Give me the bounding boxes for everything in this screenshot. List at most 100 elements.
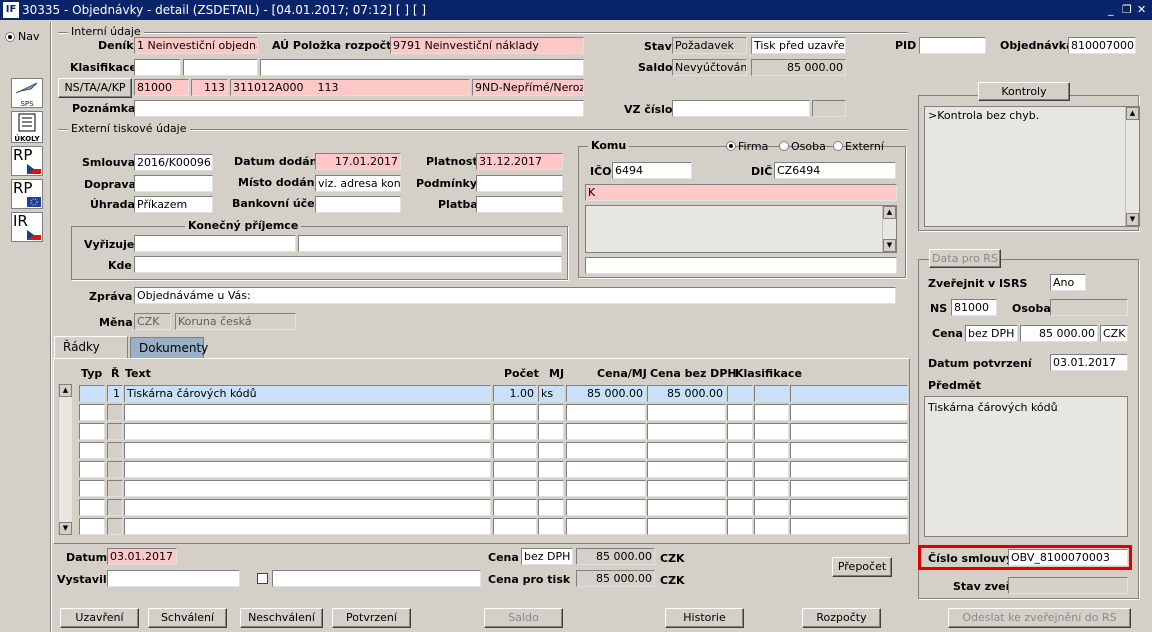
- sidebar-item-rp-eu[interactable]: RP: [11, 179, 43, 209]
- grid-empty-cell[interactable]: [107, 423, 123, 440]
- odeslat-button[interactable]: Odeslat ke zveřejnění do RS: [948, 608, 1131, 628]
- au-field[interactable]: 9791 Neinvestiční náklady: [390, 37, 584, 54]
- cell-klas-3[interactable]: [790, 385, 908, 402]
- grid-empty-cell[interactable]: [107, 404, 123, 421]
- denik-field[interactable]: 1 Neinvestiční objednávk: [134, 37, 258, 54]
- grid-empty-cell[interactable]: [493, 461, 537, 478]
- kontroly-text-area[interactable]: >Kontrola bez chyb. ▲ ▼: [924, 106, 1140, 227]
- cell-cena-mj[interactable]: 85 000.00: [566, 385, 646, 402]
- ns-ta-a-kp-button[interactable]: NS/TA/A/KP: [58, 78, 132, 98]
- scroll-down-icon[interactable]: ▼: [1126, 213, 1139, 226]
- saldo-button[interactable]: Saldo: [484, 608, 563, 628]
- historie-button[interactable]: Historie: [665, 608, 744, 628]
- grid-empty-cell[interactable]: [727, 499, 753, 516]
- grid-empty-cell[interactable]: [124, 423, 491, 440]
- grid-empty-cell[interactable]: [727, 442, 753, 459]
- close-icon[interactable]: ✕: [1137, 3, 1146, 16]
- cell-typ[interactable]: [79, 385, 105, 402]
- grid-empty-cell[interactable]: [727, 404, 753, 421]
- grid-empty-cell[interactable]: [538, 499, 564, 516]
- rs-cena-type-field[interactable]: bez DPH: [965, 325, 1018, 342]
- cell-pocet[interactable]: 1.00: [493, 385, 537, 402]
- rs-cena-field[interactable]: 85 000.00: [1020, 325, 1098, 342]
- grid-empty-cell[interactable]: [790, 404, 908, 421]
- grid-empty-cell[interactable]: [754, 442, 789, 459]
- ucet-field[interactable]: [315, 196, 401, 213]
- scroll-down-icon[interactable]: ▼: [883, 239, 896, 252]
- grid-empty-cell[interactable]: [493, 442, 537, 459]
- scroll-up-icon[interactable]: ▲: [1126, 107, 1139, 120]
- grid-empty-cell[interactable]: [727, 461, 753, 478]
- grid-empty-cell[interactable]: [790, 499, 908, 516]
- komu-scrollbar[interactable]: ▲ ▼: [882, 206, 896, 252]
- rs-cena-currency-field[interactable]: CZK: [1100, 325, 1128, 342]
- grid-empty-cell[interactable]: [754, 480, 789, 497]
- firma-radio[interactable]: [726, 141, 736, 151]
- scroll-up-icon[interactable]: ▲: [883, 206, 896, 219]
- grid-empty-cell[interactable]: [790, 480, 908, 497]
- grid-empty-cell[interactable]: [566, 499, 646, 516]
- grid-empty-cell[interactable]: [79, 423, 105, 440]
- grid-empty-cell[interactable]: [493, 480, 537, 497]
- grid-empty-cell[interactable]: [566, 404, 646, 421]
- grid-empty-cell[interactable]: [79, 404, 105, 421]
- neschvaleni-button[interactable]: Neschválení: [240, 608, 323, 628]
- misto-field[interactable]: viz. adresa koneč: [315, 175, 401, 192]
- komu-address-field[interactable]: ▲ ▼: [585, 205, 897, 253]
- grid-empty-cell[interactable]: [754, 518, 789, 535]
- grid-empty-cell[interactable]: [538, 518, 564, 535]
- doprava-field[interactable]: [134, 175, 213, 192]
- restore-icon[interactable]: ❐: [1122, 3, 1132, 16]
- grid-empty-cell[interactable]: [647, 480, 726, 497]
- cell-text[interactable]: Tiskárna čárových kódů: [124, 385, 491, 402]
- grid-empty-cell[interactable]: [790, 461, 908, 478]
- grid-empty-cell[interactable]: [107, 499, 123, 516]
- grid-empty-cell[interactable]: [538, 461, 564, 478]
- tab-radky[interactable]: Řádky: [54, 336, 128, 359]
- ta-field[interactable]: 113: [191, 79, 228, 96]
- grid-empty-cell[interactable]: [647, 442, 726, 459]
- cena-type-field[interactable]: bez DPH: [521, 548, 573, 565]
- rs-ns-field[interactable]: 81000: [951, 299, 997, 316]
- objednavka-field[interactable]: 8100070003: [1068, 37, 1136, 54]
- grid-empty-cell[interactable]: [79, 499, 105, 516]
- grid-empty-cell[interactable]: [727, 518, 753, 535]
- rozpocty-button[interactable]: Rozpočty: [802, 608, 881, 628]
- grid-empty-cell[interactable]: [727, 480, 753, 497]
- grid-empty-cell[interactable]: [647, 499, 726, 516]
- grid-empty-cell[interactable]: [754, 423, 789, 440]
- grid-scrollbar[interactable]: ▲ ▼: [58, 384, 72, 535]
- grid-empty-cell[interactable]: [107, 518, 123, 535]
- kp-field[interactable]: 9ND-Nepřímé/Nerozl./Ir: [472, 79, 584, 96]
- grid-empty-cell[interactable]: [107, 442, 123, 459]
- poznamka-field[interactable]: [134, 100, 584, 117]
- komu-name-field[interactable]: K: [585, 184, 897, 201]
- cell-mj[interactable]: ks: [538, 385, 564, 402]
- grid-empty-cell[interactable]: [538, 442, 564, 459]
- grid-empty-cell[interactable]: [79, 480, 105, 497]
- grid-empty-cell[interactable]: [124, 480, 491, 497]
- smlouva-field[interactable]: 2016/K000963: [134, 154, 213, 171]
- grid-empty-cell[interactable]: [647, 404, 726, 421]
- zverejnit-field[interactable]: Ano: [1050, 274, 1086, 291]
- grid-empty-cell[interactable]: [124, 461, 491, 478]
- scroll-down-icon[interactable]: ▼: [59, 522, 72, 535]
- grid-empty-cell[interactable]: [124, 442, 491, 459]
- grid-empty-cell[interactable]: [566, 423, 646, 440]
- datum-field[interactable]: 03.01.2017: [107, 548, 177, 565]
- grid-empty-cell[interactable]: [790, 442, 908, 459]
- grid-empty-cell[interactable]: [647, 423, 726, 440]
- vyrizuje-field-1[interactable]: [134, 235, 296, 252]
- grid-empty-cell[interactable]: [107, 480, 123, 497]
- grid-empty-cell[interactable]: [566, 518, 646, 535]
- sidebar-item-ukoly[interactable]: ÚKOLY: [11, 111, 43, 143]
- potvrzeni-button[interactable]: Potvrzení: [332, 608, 411, 628]
- grid-empty-cell[interactable]: [538, 480, 564, 497]
- grid-empty-cell[interactable]: [727, 423, 753, 440]
- schvaleni-button[interactable]: Schválení: [148, 608, 227, 628]
- grid-empty-cell[interactable]: [566, 442, 646, 459]
- tab-dokumenty[interactable]: Dokumenty: [130, 337, 208, 359]
- grid-empty-cell[interactable]: [493, 518, 537, 535]
- grid-empty-cell[interactable]: [79, 461, 105, 478]
- grid-empty-cell[interactable]: [538, 404, 564, 421]
